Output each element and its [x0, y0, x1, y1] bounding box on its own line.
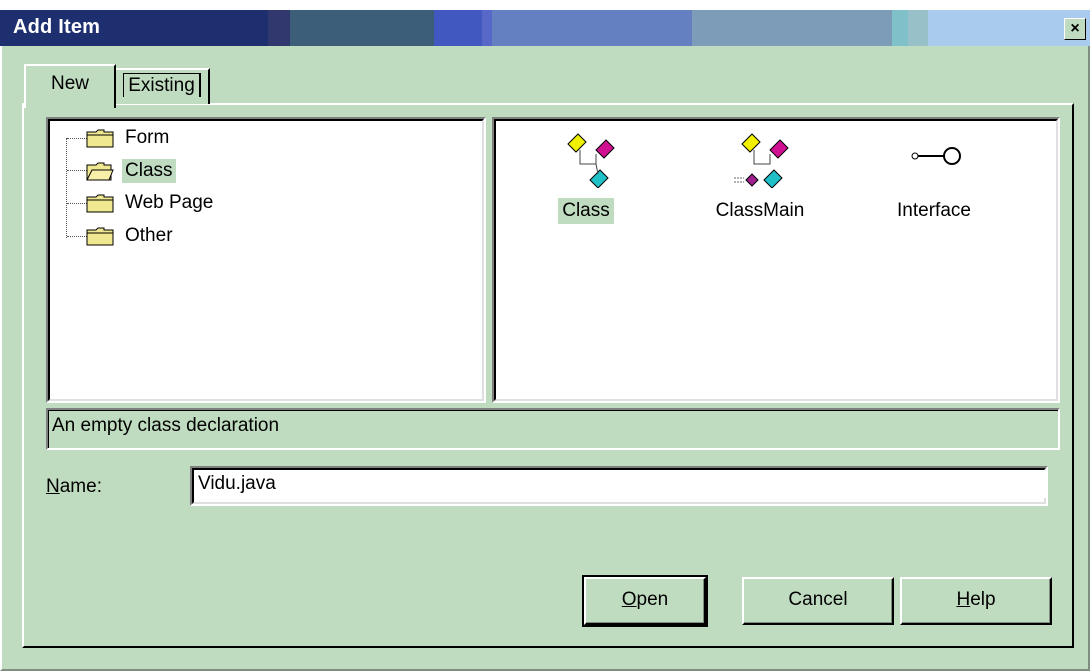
tree-item-form[interactable]: Form: [64, 122, 172, 154]
tree-item-web-page[interactable]: Web Page: [64, 187, 216, 219]
template-interface[interactable]: Interface: [864, 128, 1004, 224]
name-field-box: [190, 466, 1048, 506]
name-label: Name:: [46, 476, 102, 498]
tab-new[interactable]: New: [24, 64, 116, 108]
title-bar-gradient: [268, 10, 290, 46]
title-bar-gradient: [892, 10, 908, 46]
tree-item-label: Other: [125, 225, 173, 246]
title-bar-gradient: [492, 10, 692, 46]
tab-existing[interactable]: Existing: [114, 68, 210, 104]
tree-item-other[interactable]: Other: [64, 220, 176, 252]
interface-icon: [911, 147, 961, 165]
description-box: An empty class declaration: [46, 408, 1060, 450]
help-button[interactable]: Help: [900, 577, 1052, 625]
title-bar-top-strip: [0, 0, 1090, 10]
title-bar[interactable]: Add Item ×: [0, 0, 1090, 50]
window-title: Add Item: [13, 16, 101, 38]
name-label-mnemonic: N: [46, 476, 60, 497]
template-class[interactable]: Class: [516, 128, 656, 224]
template-label: ClassMain: [715, 200, 805, 221]
tree-item-class[interactable]: Class: [64, 155, 176, 187]
class-main-icon: [734, 133, 789, 188]
cancel-button[interactable]: Cancel: [742, 577, 894, 625]
close-button[interactable]: ×: [1064, 18, 1086, 40]
name-input[interactable]: [194, 470, 1048, 498]
folder-closed-icon: [86, 194, 114, 213]
tab-existing-label: Existing: [123, 73, 201, 97]
name-label-text: ame:: [59, 476, 102, 497]
tree-item-label: Form: [125, 127, 170, 148]
tab-new-label: New: [50, 73, 89, 94]
title-bar-gradient: [908, 10, 928, 46]
folder-closed-icon: [86, 129, 114, 148]
tree-item-label: Web Page: [125, 192, 214, 213]
close-icon: ×: [1070, 20, 1080, 37]
open-button[interactable]: Open: [582, 575, 708, 627]
title-bar-gradient: [482, 10, 492, 46]
folder-closed-icon: [86, 227, 114, 246]
folder-open-icon: [86, 162, 114, 181]
template-label: Interface: [897, 200, 971, 221]
class-icon: [567, 133, 615, 188]
title-bar-gradient: [290, 10, 434, 46]
template-label: Class: [558, 198, 614, 224]
template-class-main[interactable]: ClassMain: [690, 128, 830, 224]
title-bar-gradient: [434, 10, 482, 46]
title-bar-gradient: [692, 10, 892, 46]
tree-item-label: Class: [122, 159, 176, 183]
